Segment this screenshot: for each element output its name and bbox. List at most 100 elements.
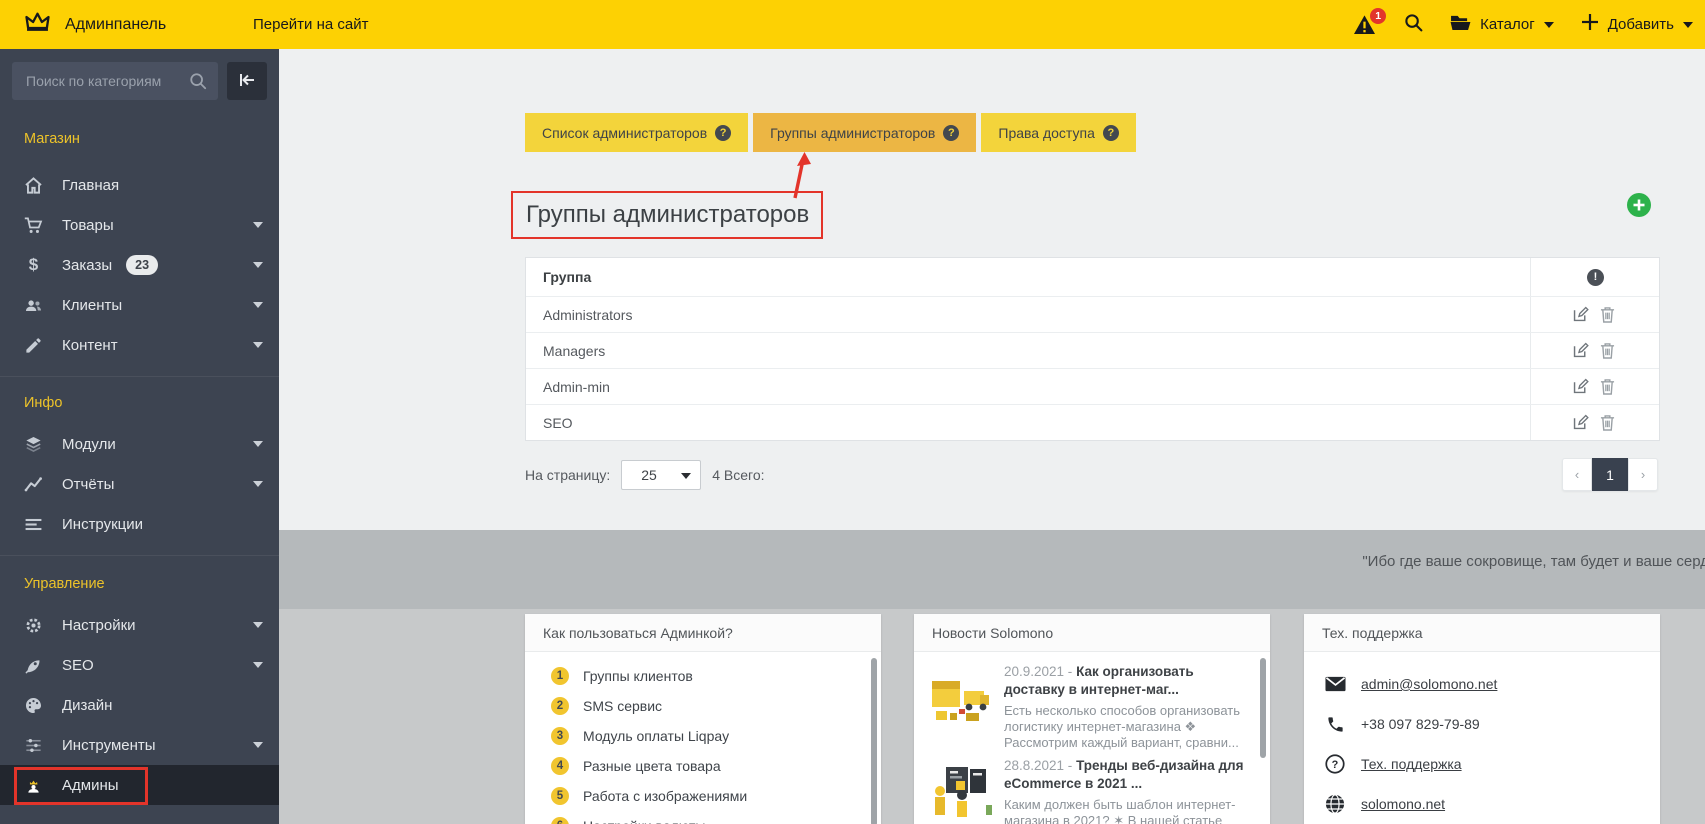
catalog-label: Каталог	[1480, 16, 1535, 33]
sidebar-item-instructions[interactable]: Инструкции	[0, 504, 279, 544]
quote-text: "Ибо где ваше сокровище, там будет и ваш…	[1362, 553, 1705, 570]
sidebar-item-admins[interactable]: Админы	[0, 765, 279, 805]
brand[interactable]: Админпанель	[0, 11, 166, 38]
scrollbar-thumb[interactable]	[1260, 658, 1266, 758]
sidebar-item-home[interactable]: Главная	[0, 165, 279, 205]
edit-button[interactable]	[1572, 306, 1589, 323]
support-item-site: solomono.net	[1304, 784, 1660, 824]
tools-icon	[24, 736, 43, 755]
admin-panel-screen: Админпанель Перейти на сайт 1 Каталог	[0, 0, 1705, 824]
tab-admin-list[interactable]: Список администраторов ?	[525, 113, 748, 152]
groups-table: Группа ! Administrators Managers	[525, 257, 1660, 441]
question-icon[interactable]: ?	[1103, 125, 1119, 141]
question-icon[interactable]: ?	[715, 125, 731, 141]
step-number-badge: 4	[551, 757, 569, 775]
howto-item[interactable]: 5 Работа с изображениями	[525, 781, 881, 811]
edit-button[interactable]	[1572, 414, 1589, 431]
next-page-button[interactable]: ›	[1628, 458, 1658, 491]
tab-access-rights[interactable]: Права доступа ?	[981, 113, 1135, 152]
question-icon: ?	[1324, 754, 1346, 774]
chevron-down-icon	[253, 481, 263, 487]
folder-icon	[1450, 14, 1471, 36]
per-page-label: На страницу:	[525, 467, 610, 483]
sidebar-divider	[0, 555, 279, 556]
plus-icon	[1581, 13, 1599, 36]
go-to-site-link[interactable]: Перейти на сайт	[253, 0, 369, 49]
chevron-down-icon	[1683, 22, 1693, 28]
sidebar-item-products[interactable]: Товары	[0, 205, 279, 245]
search-icon[interactable]	[1404, 13, 1423, 37]
news-excerpt: Каким должен быть шаблон интернет-магази…	[1004, 797, 1244, 824]
delete-button[interactable]	[1600, 378, 1615, 395]
crown-logo-icon	[24, 11, 51, 38]
sidebar-item-content[interactable]: Контент	[0, 325, 279, 365]
support-phone[interactable]: +38 097 829-79-89	[1361, 716, 1480, 732]
chevron-down-icon	[253, 262, 263, 268]
info-icon[interactable]: !	[1587, 269, 1604, 286]
step-number-badge: 5	[551, 787, 569, 805]
sidebar-collapse-button[interactable]	[227, 62, 267, 100]
sidebar-item-design[interactable]: Дизайн	[0, 685, 279, 725]
support-email-link[interactable]: admin@solomono.net	[1361, 676, 1497, 692]
support-item-email: admin@solomono.net	[1304, 664, 1660, 704]
sidebar-item-orders[interactable]: $ Заказы 23	[0, 245, 279, 285]
sidebar-item-label: Модули	[62, 436, 116, 453]
topbar-actions: 1 Каталог Добавить	[1353, 0, 1693, 49]
howto-card: Как пользоваться Админкой? 1 Группы клие…	[525, 614, 881, 824]
howto-item[interactable]: 6 Настройки валюты	[525, 811, 881, 824]
sidebar-item-clients[interactable]: Клиенты	[0, 285, 279, 325]
news-date: 28.8.2021 -	[1004, 758, 1076, 773]
add-group-button[interactable]	[1627, 193, 1651, 217]
chevron-down-icon	[253, 222, 263, 228]
sidebar-item-seo[interactable]: SEO	[0, 645, 279, 685]
howto-item[interactable]: 3 Модуль оплаты Liqpay	[525, 721, 881, 751]
sidebar-item-settings[interactable]: Настройки	[0, 605, 279, 645]
question-icon[interactable]: ?	[943, 125, 959, 141]
edit-button[interactable]	[1572, 378, 1589, 395]
column-header-group: Группа	[526, 258, 1530, 296]
support-help-link[interactable]: Тех. поддержка	[1361, 756, 1462, 772]
per-page-select[interactable]: 25	[621, 460, 701, 490]
sidebar-item-modules[interactable]: Модули	[0, 424, 279, 464]
table-row: Admin-min	[526, 368, 1659, 404]
howto-item[interactable]: 1 Группы клиентов	[525, 661, 881, 691]
scrollbar-thumb[interactable]	[871, 658, 877, 824]
edit-button[interactable]	[1572, 342, 1589, 359]
sidebar-item-label: Инструкции	[62, 516, 143, 533]
howto-item[interactable]: 2 SMS сервис	[525, 691, 881, 721]
sidebar-divider	[0, 376, 279, 377]
howto-item-label: Группы клиентов	[583, 668, 693, 684]
chevron-down-icon	[681, 473, 691, 479]
sidebar-item-label: Контент	[62, 337, 118, 354]
sidebar-item-label: Главная	[62, 177, 119, 194]
alerts-button[interactable]: 1	[1353, 14, 1377, 36]
add-menu[interactable]: Добавить	[1581, 13, 1693, 36]
total-count-label: 4 Всего:	[712, 467, 764, 483]
howto-item[interactable]: 4 Разные цвета товара	[525, 751, 881, 781]
delete-button[interactable]	[1600, 342, 1615, 359]
page-buttons: ‹ 1 ›	[1562, 458, 1658, 491]
reports-icon	[24, 475, 43, 494]
category-search-input[interactable]	[12, 62, 218, 100]
topbar: Админпанель Перейти на сайт 1 Каталог	[0, 0, 1705, 49]
sidebar-item-tools[interactable]: Инструменты	[0, 725, 279, 765]
phone-icon	[1324, 715, 1346, 734]
howto-item-label: Разные цвета товара	[583, 758, 721, 774]
delete-button[interactable]	[1600, 414, 1615, 431]
news-item[interactable]: 20.9.2021 - Как организовать доставку в …	[914, 663, 1270, 751]
current-page-button[interactable]: 1	[1592, 458, 1628, 491]
news-card: Новости Solomono 20.9.2021 - Как	[914, 614, 1270, 824]
news-item[interactable]: 28.8.2021 - Тренды веб-дизайна для eComm…	[914, 757, 1270, 824]
pagination-bar: На страницу: 25 4 Всего: ‹ 1 ›	[525, 458, 1660, 492]
prev-page-button[interactable]: ‹	[1562, 458, 1592, 491]
palette-icon	[24, 696, 43, 715]
howto-item-label: Работа с изображениями	[583, 788, 747, 804]
support-site-link[interactable]: solomono.net	[1361, 796, 1445, 812]
group-name: Administrators	[526, 297, 1530, 332]
admin-tabs: Список администраторов ? Группы админист…	[525, 113, 1136, 152]
tab-admin-groups[interactable]: Группы администраторов ?	[753, 113, 976, 152]
delete-button[interactable]	[1600, 306, 1615, 323]
sidebar-item-reports[interactable]: Отчёты	[0, 464, 279, 504]
howto-item-label: Модуль оплаты Liqpay	[583, 728, 729, 744]
catalog-menu[interactable]: Каталог	[1450, 14, 1554, 36]
